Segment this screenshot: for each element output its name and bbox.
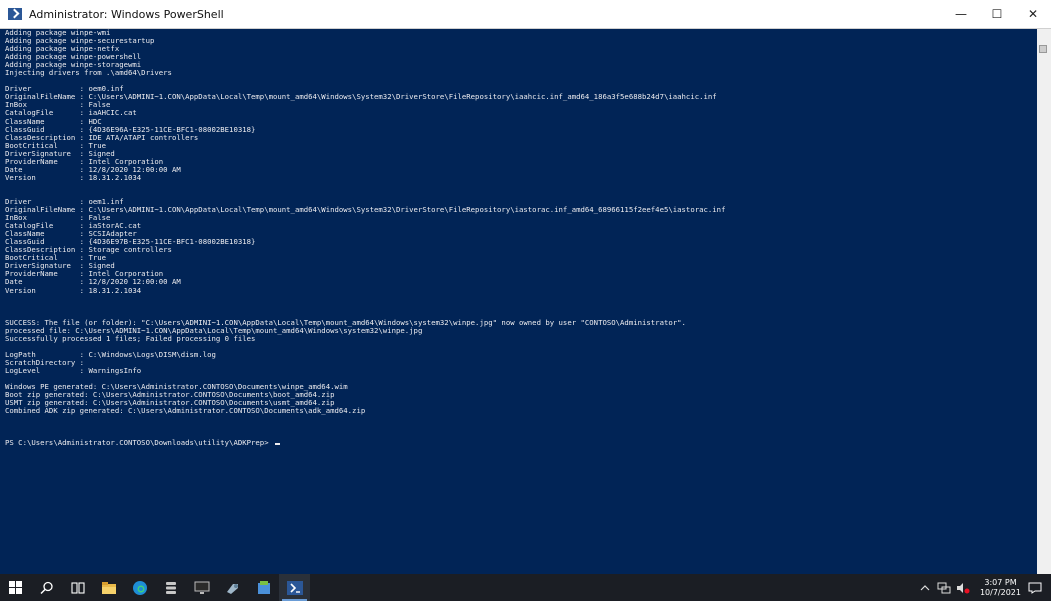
powershell-taskbar-button[interactable] — [279, 574, 310, 601]
file-explorer-button[interactable] — [93, 574, 124, 601]
powershell-icon — [286, 580, 303, 595]
console-line: Version : 18.31.2.1034 — [5, 285, 142, 295]
package-icon — [257, 580, 270, 594]
server-manager-icon — [165, 581, 176, 594]
tool-icon — [226, 583, 238, 594]
task-view-button[interactable] — [62, 574, 93, 601]
console-line: LogPath : C:\Windows\Logs\DISM\dism.log — [5, 349, 216, 359]
prompt-text: PS C:\Users\Administrator.CONTOSO\Downlo… — [5, 438, 273, 448]
prompt-line[interactable]: PS C:\Users\Administrator.CONTOSO\Downlo… — [5, 439, 1037, 447]
title-bar[interactable]: Administrator: Windows PowerShell — ☐ ✕ — [0, 0, 1051, 29]
remote-desktop-icon — [194, 581, 209, 594]
deployment-app-button[interactable] — [248, 574, 279, 601]
console-line: BootCritical : True — [5, 253, 107, 263]
console-line: OriginalFileName : C:\Users\ADMINI~1.CON… — [5, 205, 726, 215]
window-title: Administrator: Windows PowerShell — [29, 7, 224, 21]
notification-icon — [1028, 582, 1042, 594]
notifications-button[interactable] — [1027, 580, 1043, 596]
console-line: Combined ADK zip generated: C:\Users\Adm… — [5, 406, 366, 416]
edge-icon — [132, 580, 147, 595]
console-line: Adding package winpe-powershell — [5, 52, 142, 62]
start-button[interactable] — [0, 574, 31, 601]
console-line: CatalogFile : iaAHCIC.cat — [5, 108, 137, 118]
console-line: LogLevel : WarningsInfo — [5, 365, 142, 375]
console-line: OriginalFileName : C:\Users\ADMINI~1.CON… — [5, 92, 717, 102]
console-line: Adding package winpe-securestartup — [5, 36, 155, 46]
console-line: CatalogFile : iaStorAC.cat — [5, 221, 142, 231]
console-line: InBox : False — [5, 213, 111, 223]
console-line: ClassDescription : IDE ATA/ATAPI control… — [5, 132, 199, 142]
console-lines: Adding package winpe-wmi Adding package w… — [5, 29, 1037, 447]
window-controls: — ☐ ✕ — [943, 0, 1051, 28]
console-line: Adding package winpe-wmi — [5, 29, 111, 37]
console-output[interactable]: Adding package winpe-wmi Adding package w… — [0, 29, 1051, 574]
taskbar: 3:07 PM 10/7/2021 — [0, 574, 1051, 601]
task-view-icon — [70, 581, 85, 594]
chevron-up-icon[interactable] — [917, 580, 933, 596]
console-line: Adding package winpe-netfx — [5, 44, 120, 54]
console-line: ClassDescription : Storage controllers — [5, 245, 172, 255]
vertical-scrollbar[interactable] — [1037, 29, 1051, 574]
windows-logo-icon — [8, 580, 22, 594]
settings-tool-button[interactable] — [217, 574, 248, 601]
folder-icon — [101, 581, 116, 594]
search-button[interactable] — [31, 574, 62, 601]
maximize-button[interactable]: ☐ — [979, 0, 1015, 28]
console-line: Version : 18.31.2.1034 — [5, 172, 142, 182]
edge-browser-button[interactable] — [124, 574, 155, 601]
network-icon[interactable] — [936, 580, 952, 596]
clock[interactable]: 3:07 PM 10/7/2021 — [980, 578, 1021, 598]
console-line: InBox : False — [5, 100, 111, 110]
console-line: BootCritical : True — [5, 140, 107, 150]
close-button[interactable]: ✕ — [1015, 0, 1051, 28]
console-line: Injecting drivers from .\amd64\Drivers — [5, 68, 172, 78]
console-line: ScratchDirectory : — [5, 357, 85, 367]
console-line: Date : 12/8/2020 12:00:00 AM — [5, 164, 181, 174]
server-manager-button[interactable] — [155, 574, 186, 601]
console-line: Successfully processed 1 files; Failed p… — [5, 333, 256, 343]
clock-time: 3:07 PM — [984, 577, 1017, 587]
console-line: Date : 12/8/2020 12:00:00 AM — [5, 277, 181, 287]
remote-desktop-button[interactable] — [186, 574, 217, 601]
system-tray: 3:07 PM 10/7/2021 — [917, 574, 1051, 601]
minimize-button[interactable]: — — [943, 0, 979, 28]
powershell-icon — [8, 8, 22, 20]
search-icon — [39, 581, 53, 594]
scroll-thumb[interactable] — [1039, 45, 1047, 53]
volume-muted-icon[interactable] — [955, 580, 971, 596]
text-cursor — [274, 443, 280, 446]
clock-date: 10/7/2021 — [979, 587, 1021, 597]
